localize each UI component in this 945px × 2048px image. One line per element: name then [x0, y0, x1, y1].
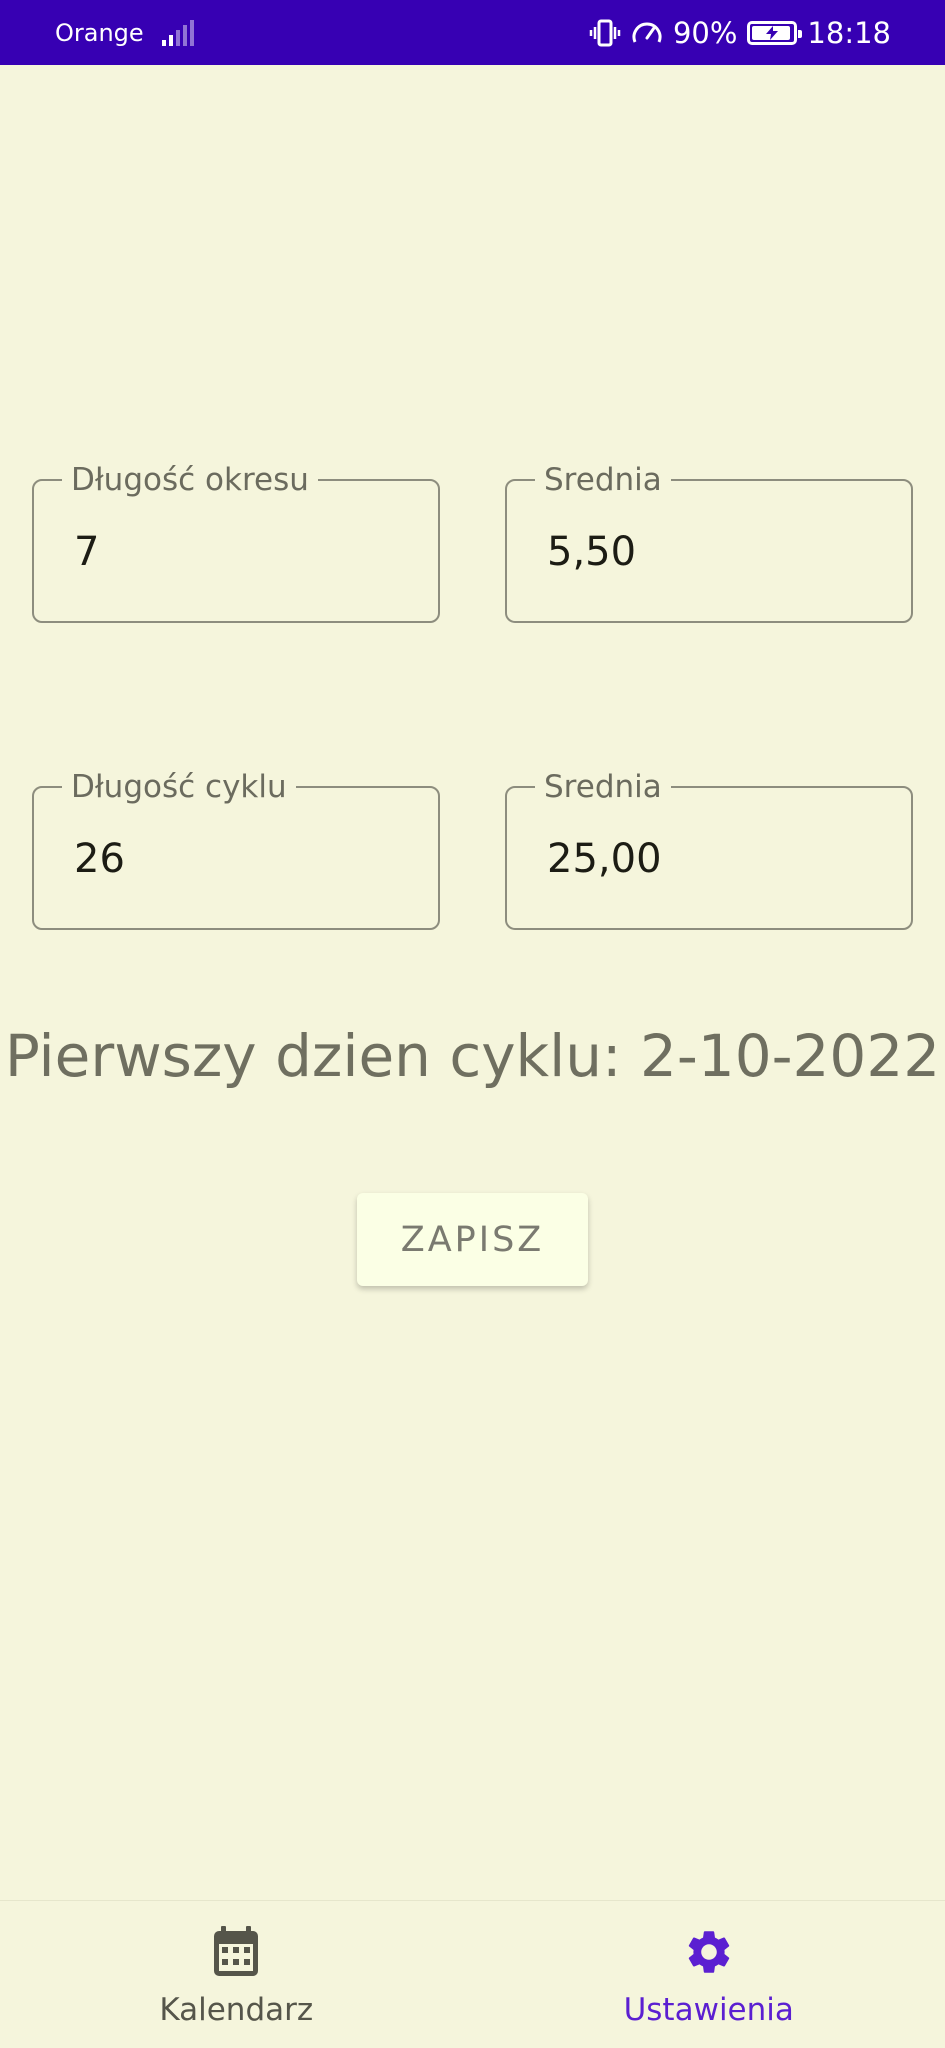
- speed-icon: [631, 18, 663, 48]
- cycle-length-value[interactable]: 26: [74, 836, 125, 882]
- nav-item-calendar[interactable]: Kalendarz: [0, 1901, 473, 2048]
- battery-charging-icon: [747, 20, 803, 45]
- period-length-value[interactable]: 7: [74, 529, 99, 575]
- carrier-name: Orange: [55, 18, 144, 47]
- save-button[interactable]: ZAPISZ: [357, 1193, 588, 1286]
- cycle-average-value[interactable]: 25,00: [547, 836, 662, 882]
- cycle-average-field[interactable]: Srednia 25,00: [505, 769, 913, 930]
- vibrate-icon: [589, 18, 621, 48]
- period-average-label: Srednia: [535, 462, 671, 498]
- gear-icon: [683, 1926, 735, 1982]
- status-bar: Orange 90% 18:18: [0, 0, 945, 65]
- signal-icon: [161, 19, 194, 46]
- battery-percent: 90%: [672, 15, 738, 50]
- period-length-field[interactable]: Długość okresu 7: [32, 462, 440, 623]
- cycle-average-label: Srednia: [535, 769, 671, 805]
- first-cycle-day-text: Pierwszy dzien cyklu: 2-10-2022: [4, 1022, 941, 1090]
- clock: 18:18: [807, 15, 891, 50]
- calendar-icon: [212, 1926, 260, 1982]
- nav-label-calendar: Kalendarz: [159, 1992, 314, 2028]
- nav-item-settings[interactable]: Ustawienia: [473, 1901, 945, 2048]
- cycle-length-field[interactable]: Długość cyklu 26: [32, 769, 440, 930]
- bottom-navigation: Kalendarz Ustawienia: [0, 1900, 945, 2048]
- period-length-label: Długość okresu: [62, 462, 318, 498]
- nav-label-settings: Ustawienia: [623, 1992, 794, 2028]
- cycle-length-label: Długość cyklu: [62, 769, 296, 805]
- period-average-field[interactable]: Srednia 5,50: [505, 462, 913, 623]
- period-average-value[interactable]: 5,50: [547, 529, 636, 575]
